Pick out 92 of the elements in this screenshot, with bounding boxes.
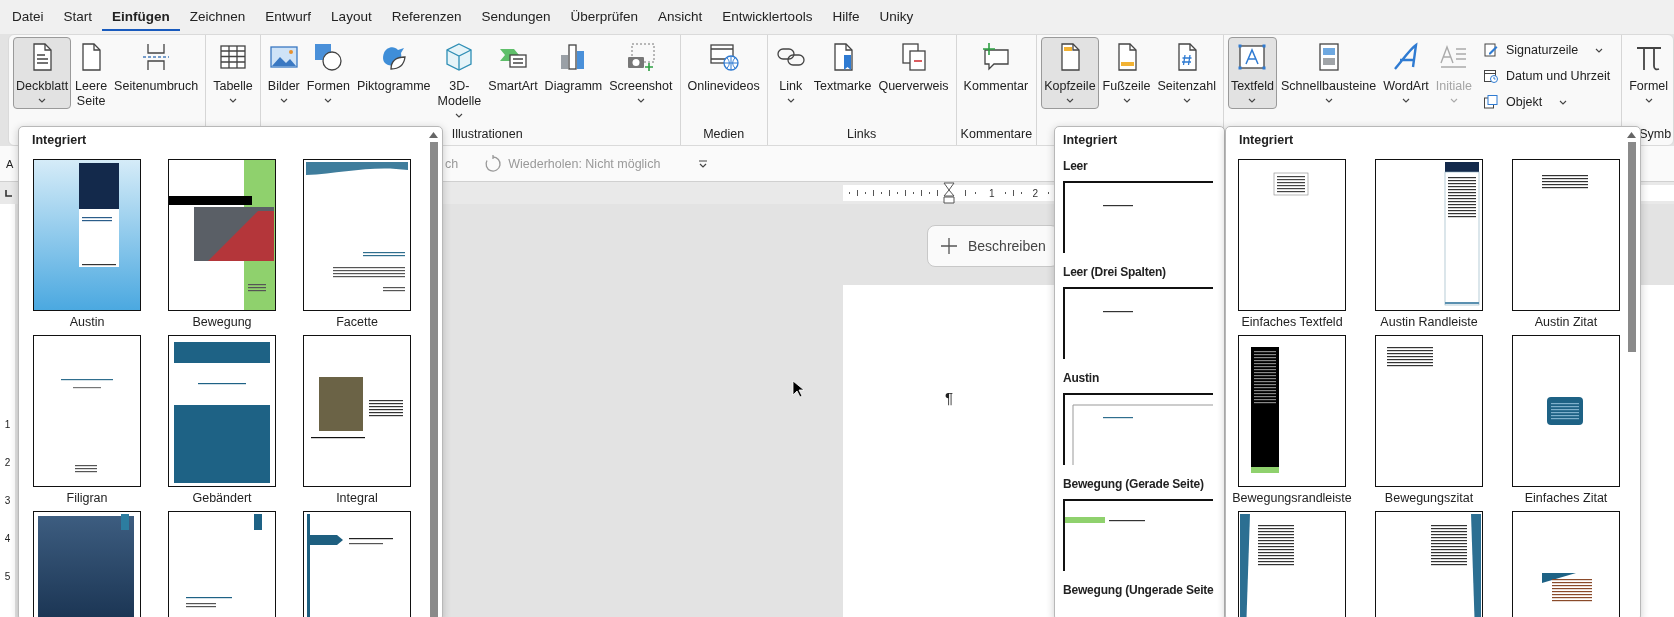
menu-tab[interactable]: Überprüfen [560, 3, 649, 31]
scrollbar[interactable] [429, 131, 438, 617]
group-label: Symb [1639, 127, 1672, 141]
gallery-item[interactable]: Einfaches Textfeld [1238, 159, 1346, 333]
ribbon-button[interactable]: Fußzeile [1099, 37, 1154, 109]
section-title: Bewegung (Ungerade Seite [1063, 583, 1215, 599]
gallery-item[interactable]: Filigran [33, 335, 141, 509]
ribbon-button[interactable]: Link [771, 37, 810, 109]
ruler-number: 3 [4, 495, 11, 506]
gallery-item[interactable]: Bewegungszitat [1375, 335, 1483, 509]
ruler-number: 2 [4, 457, 11, 468]
paragraph-mark: ¶ [945, 389, 954, 406]
menu-tab[interactable]: Ansicht [648, 3, 713, 31]
ribbon-button[interactable]: SmartArt [485, 37, 541, 109]
ruler-number: 4 [4, 533, 11, 544]
scroll-up-arrow-icon[interactable] [1627, 131, 1636, 138]
gallery-heading: Integriert [1063, 132, 1119, 149]
group-label: Illustrationen [451, 127, 523, 141]
header-preview-drawing[interactable] [1063, 393, 1213, 465]
ribbon-button[interactable]: Datum und Uhrzeit [1480, 66, 1614, 86]
ribbon-button[interactable]: Deckblatt [13, 37, 72, 109]
ribbon-button[interactable]: Leere Seite [72, 37, 111, 112]
film-globe-icon [707, 41, 740, 73]
gallery-item[interactable]: Einfaches Zitat [1512, 335, 1620, 509]
object-icon [1483, 94, 1499, 110]
ribbon-button[interactable]: Seitenzahl [1154, 37, 1219, 109]
customize-icon[interactable] [698, 158, 709, 169]
scroll-up-arrow-icon[interactable] [429, 131, 438, 138]
header-preview-drawing[interactable] [1063, 181, 1213, 253]
section-title: Austin [1063, 371, 1101, 387]
menu-tab[interactable]: Entwurf [255, 3, 322, 31]
gallery-item[interactable]: Austin Zitat [1512, 159, 1620, 333]
menu-tab[interactable]: Einfügen [102, 3, 180, 31]
menu-tab[interactable]: Sendungen [471, 3, 561, 31]
menu-tab[interactable]: Zeichnen [179, 3, 256, 31]
gallery-heading: Integriert [31, 132, 88, 149]
ribbon-button[interactable]: Schnellbausteine [1278, 37, 1380, 109]
gallery-item[interactable]: Bewegungsrandleiste [1232, 335, 1352, 509]
header-preview-drawing[interactable] [1063, 499, 1213, 571]
menu-tab[interactable]: Hilfe [822, 3, 870, 31]
ribbon-button[interactable]: Piktogramme [353, 37, 434, 109]
ribbon-button[interactable]: WordArt [1380, 37, 1432, 109]
section-title: Leer [1063, 159, 1089, 175]
ruler-number: 1 [989, 187, 995, 199]
gallery-item[interactable]: Facette [303, 159, 411, 333]
ribbon-button[interactable]: Objekt [1480, 92, 1614, 112]
group-label: Kommentare [960, 127, 1033, 141]
redo-icon [484, 154, 503, 173]
indent-marker-icon[interactable] [943, 182, 955, 204]
menu-tab[interactable]: Start [53, 3, 103, 31]
tab-stop-icon[interactable] [4, 188, 13, 198]
gallery-item[interactable]: Gebändert [168, 335, 276, 509]
header-preview-drawing[interactable] [1063, 287, 1213, 359]
ribbon-button[interactable]: Onlinevideos [684, 37, 763, 109]
ribbon-button[interactable]: Textmarke [810, 37, 875, 109]
ribbon-button[interactable]: Kommentar [960, 37, 1032, 109]
menu-tab[interactable]: Referenzen [381, 3, 472, 31]
toolbar-text: A [6, 157, 15, 170]
ribbon-button[interactable]: Querverweis [875, 37, 952, 109]
ruler-number: 5 [4, 571, 11, 582]
ribbon-button[interactable]: Tabelle [210, 37, 256, 109]
ribbon-button[interactable]: 3D-Modelle [434, 37, 485, 121]
group-label: Medien [703, 127, 745, 141]
ribbon-button[interactable]: Formen [303, 37, 353, 109]
menu-tab[interactable]: Entwicklertools [712, 3, 823, 31]
signature-icon [1483, 42, 1499, 58]
ribbon-button[interactable]: Formel [1626, 37, 1672, 109]
section-title: Bewegung (Gerade Seite) [1063, 477, 1205, 493]
group-label: Links [847, 127, 877, 141]
shapes-icon [312, 41, 345, 73]
gallery-item[interactable]: Integral [303, 335, 411, 509]
gallery-item[interactable]: Bewegung [168, 159, 276, 333]
undo-label: ch [445, 156, 459, 171]
ruler-number: 1 [4, 419, 11, 430]
ruler-number: 2 [1032, 187, 1039, 199]
ribbon-button[interactable]: Bilder [264, 37, 303, 109]
ribbon-button[interactable]: Signaturzeile [1480, 40, 1614, 60]
ribbon-button[interactable]: Kopfzeile [1041, 37, 1099, 109]
plus-icon [940, 237, 958, 255]
mouse-pointer-icon [792, 380, 804, 398]
section-title: Leer (Drei Spalten) [1063, 265, 1167, 281]
ribbon-button[interactable]: Textfeld [1227, 37, 1277, 109]
gallery-heading: Integriert [1238, 132, 1295, 149]
menu-tab[interactable]: Datei [2, 3, 54, 31]
calendar-clock-icon [1483, 68, 1499, 84]
ribbon-button[interactable]: Diagramm [541, 37, 606, 109]
ribbon-button[interactable]: Seitenumbruch [111, 37, 202, 109]
ribbon-button[interactable]: Screenshot [606, 37, 676, 109]
gallery-item[interactable]: Austin [33, 159, 141, 333]
menu-tab[interactable]: Uniky [869, 3, 924, 31]
menu-tab[interactable]: Layout [321, 3, 382, 31]
gallery-item[interactable]: Austin Randleiste [1375, 159, 1483, 333]
